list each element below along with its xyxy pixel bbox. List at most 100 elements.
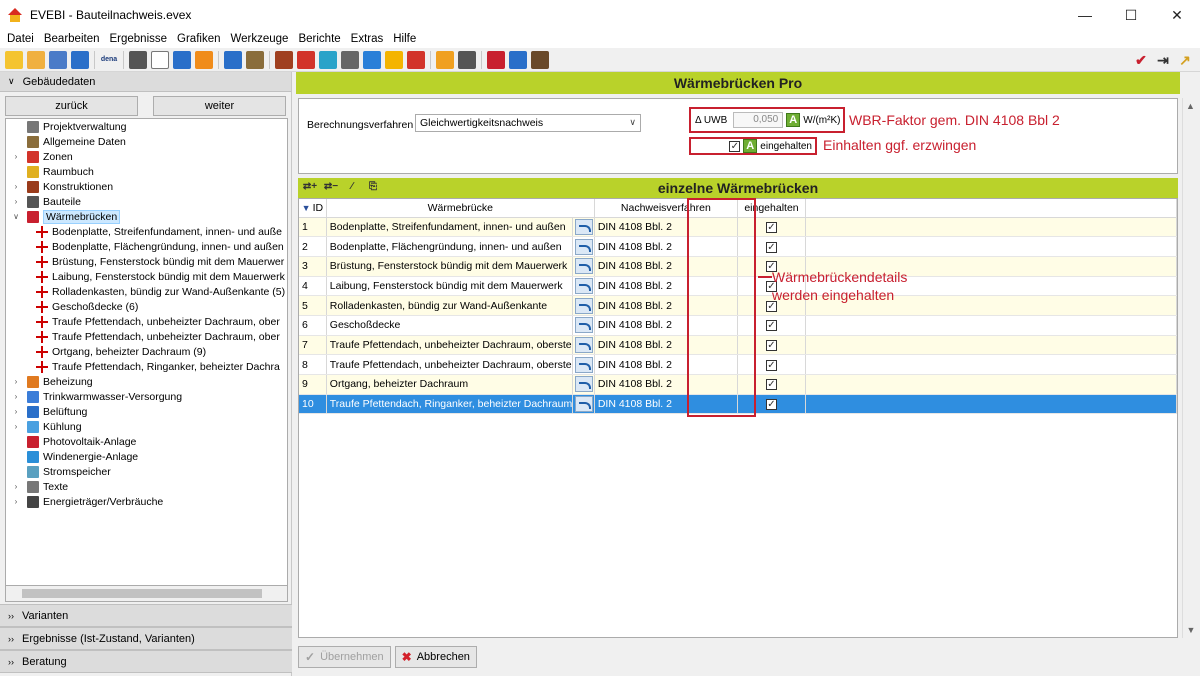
table-row[interactable]: 3 Brüstung, Fensterstock bündig mit dem M… [299, 256, 1177, 277]
collapse-chevron-icon[interactable]: ∨ [11, 212, 21, 221]
section-collapsed[interactable]: ›› Beratung [0, 650, 292, 673]
vertical-scrollbar[interactable]: ▲ ▼ [1182, 98, 1198, 638]
section-gebaeudedaten[interactable]: ∨ Gebäudedaten [0, 72, 291, 92]
open-detail-icon[interactable] [574, 317, 593, 334]
tree-item[interactable]: › Bauteile [6, 194, 287, 209]
wand-icon[interactable] [129, 50, 147, 69]
cell-method[interactable]: DIN 4108 Bbl. 2 [594, 335, 738, 356]
help-icon[interactable] [509, 50, 527, 69]
cell-name[interactable]: Bodenplatte, Flächengründung, innen- und… [326, 236, 574, 257]
tree-item-child[interactable]: Bodenplatte, Flächengründung, innen- und… [6, 239, 287, 254]
minimize-icon[interactable]: — [1062, 0, 1108, 30]
tree-item[interactable]: › Konstruktionen [6, 179, 287, 194]
tree-item[interactable]: › Energieträger/Verbräuche [6, 494, 287, 509]
open-detail-icon[interactable] [574, 277, 593, 294]
open-detail-icon[interactable] [574, 396, 593, 413]
menu-item-0[interactable]: Datei [2, 33, 39, 45]
row-compliance-checkbox[interactable]: ✓ [765, 241, 777, 253]
column-header-method[interactable]: Nachweisverfahren [594, 199, 738, 218]
back-button[interactable]: zurück [5, 96, 138, 116]
expand-chevron-icon[interactable]: › [11, 377, 21, 386]
tree-item-child[interactable]: Geschoßdecke (6) [6, 299, 287, 314]
row-compliance-checkbox[interactable]: ✓ [765, 399, 777, 411]
auto-a-icon[interactable]: A [743, 139, 758, 153]
graph-icon[interactable]: ↗ [1176, 51, 1194, 69]
cancel-button[interactable]: ✖ Abbrechen [394, 646, 477, 668]
expand-chevron-icon[interactable]: › [11, 152, 21, 161]
cell-name[interactable]: Bodenplatte, Streifenfundament, innen- u… [326, 217, 574, 238]
sun-icon[interactable] [385, 50, 403, 69]
cell-method[interactable]: DIN 4108 Bbl. 2 [594, 354, 738, 375]
expand-chevron-icon[interactable]: › [11, 422, 21, 431]
cell-method[interactable]: DIN 4108 Bbl. 2 [594, 256, 738, 277]
tree-item-child[interactable]: Ortgang, beheizter Dachraum (9) [6, 344, 287, 359]
magnify-icon[interactable] [341, 50, 359, 69]
row-compliance-checkbox[interactable]: ✓ [765, 320, 777, 332]
expand-chevron-icon[interactable]: › [11, 482, 21, 491]
blue-arrow-icon[interactable] [224, 50, 242, 69]
cell-name[interactable]: Laibung, Fensterstock bündig mit dem Mau… [326, 276, 574, 297]
tree-item-child[interactable]: Traufe Pfettendach, Ringanker, beheizter… [6, 359, 287, 374]
close-icon[interactable]: ✕ [1154, 0, 1200, 30]
menu-item-6[interactable]: Extras [346, 33, 389, 45]
orange-arrow-icon[interactable] [195, 50, 213, 69]
tree-horizontal-scrollbar[interactable] [5, 586, 288, 602]
table-row[interactable]: 4 Laibung, Fensterstock bündig mit dem Ma… [299, 276, 1177, 297]
table-row[interactable]: 8 Traufe Pfettendach, unbeheizter Dachrau… [299, 354, 1177, 375]
tree-item-child[interactable]: Laibung, Fensterstock bündig mit dem Mau… [6, 269, 287, 284]
table-row[interactable]: 10 Traufe Pfettendach, Ringanker, beheizt… [299, 394, 1177, 415]
open-detail-icon[interactable] [574, 297, 593, 314]
paste-icon[interactable]: ⎘ [365, 181, 381, 195]
cell-method[interactable]: DIN 4108 Bbl. 2 [594, 394, 738, 415]
device-icon[interactable] [531, 50, 549, 69]
tree-item-child[interactable]: Brüstung, Fensterstock bündig mit dem Ma… [6, 254, 287, 269]
add-row-icon[interactable]: ⇄+ [302, 181, 318, 195]
menu-item-3[interactable]: Grafiken [172, 33, 225, 45]
checkmark-icon[interactable]: ✔ [1132, 51, 1150, 69]
open-detail-icon[interactable] [574, 376, 593, 393]
table-row[interactable]: 6 Geschoßdecke DIN 4108 Bbl. 2 ✓ [299, 315, 1177, 336]
cell-method[interactable]: DIN 4108 Bbl. 2 [594, 374, 738, 395]
remove-row-icon[interactable]: ⇄− [323, 181, 339, 195]
scroll-up-icon[interactable]: ▲ [1183, 98, 1198, 114]
tree-item-child[interactable]: Rolladenkasten, bündig zur Wand-Außenkan… [6, 284, 287, 299]
tree-item[interactable]: Projektverwaltung [6, 119, 287, 134]
compliance-checkbox[interactable]: ✓ [729, 140, 741, 152]
tree-item[interactable]: Stromspeicher [6, 464, 287, 479]
fan-icon[interactable] [363, 50, 381, 69]
tree-item[interactable]: Raumbuch [6, 164, 287, 179]
menu-item-4[interactable]: Werkzeuge [226, 33, 294, 45]
apply-button[interactable]: ✓ Übernehmen [298, 646, 391, 668]
menu-item-5[interactable]: Berichte [293, 33, 345, 45]
scroll-down-icon[interactable]: ▼ [1183, 622, 1199, 638]
menu-item-1[interactable]: Bearbeiten [39, 33, 105, 45]
open-detail-icon[interactable] [574, 218, 593, 235]
tree-item-child[interactable]: Traufe Pfettendach, unbeheizter Dachraum… [6, 329, 287, 344]
scrollbar-thumb[interactable] [22, 589, 262, 598]
cell-method[interactable]: DIN 4108 Bbl. 2 [594, 315, 738, 336]
report-icon[interactable] [458, 50, 476, 69]
tree-item[interactable]: Photovoltaik-Anlage [6, 434, 287, 449]
expand-chevron-icon[interactable]: › [11, 497, 21, 506]
page-split-icon[interactable] [173, 50, 191, 69]
table-row[interactable]: 5 Rolladenkasten, bündig zur Wand-Außenka… [299, 295, 1177, 316]
tree-item[interactable]: › Zonen [6, 149, 287, 164]
lightning-icon[interactable] [407, 50, 425, 69]
cell-method[interactable]: DIN 4108 Bbl. 2 [594, 276, 738, 297]
table-row[interactable]: 1 Bodenplatte, Streifenfundament, innen- … [299, 217, 1177, 238]
euro-icon[interactable] [436, 50, 454, 69]
open-detail-icon[interactable] [574, 258, 593, 275]
maximize-icon[interactable]: ☐ [1108, 0, 1154, 30]
section-collapsed[interactable]: ›› Varianten [0, 604, 292, 627]
page-icon[interactable] [151, 50, 169, 69]
tree-item-child[interactable]: Bodenplatte, Streifenfundament, innen- u… [6, 224, 287, 239]
cell-name[interactable]: Brüstung, Fensterstock bündig mit dem Ma… [326, 256, 574, 277]
cell-method[interactable]: DIN 4108 Bbl. 2 [594, 217, 738, 238]
cell-name[interactable]: Geschoßdecke [326, 315, 574, 336]
open-folder-icon[interactable] [27, 50, 45, 69]
row-compliance-checkbox[interactable]: ✓ [765, 221, 777, 233]
cell-name[interactable]: Traufe Pfettendach, Ringanker, beheizter… [326, 394, 574, 415]
column-header-id[interactable]: ▼ ID [299, 199, 327, 218]
row-compliance-checkbox[interactable]: ✓ [765, 339, 777, 351]
section-collapsed[interactable]: ›› Ergebnisse (Ist-Zustand, Varianten) [0, 627, 292, 650]
